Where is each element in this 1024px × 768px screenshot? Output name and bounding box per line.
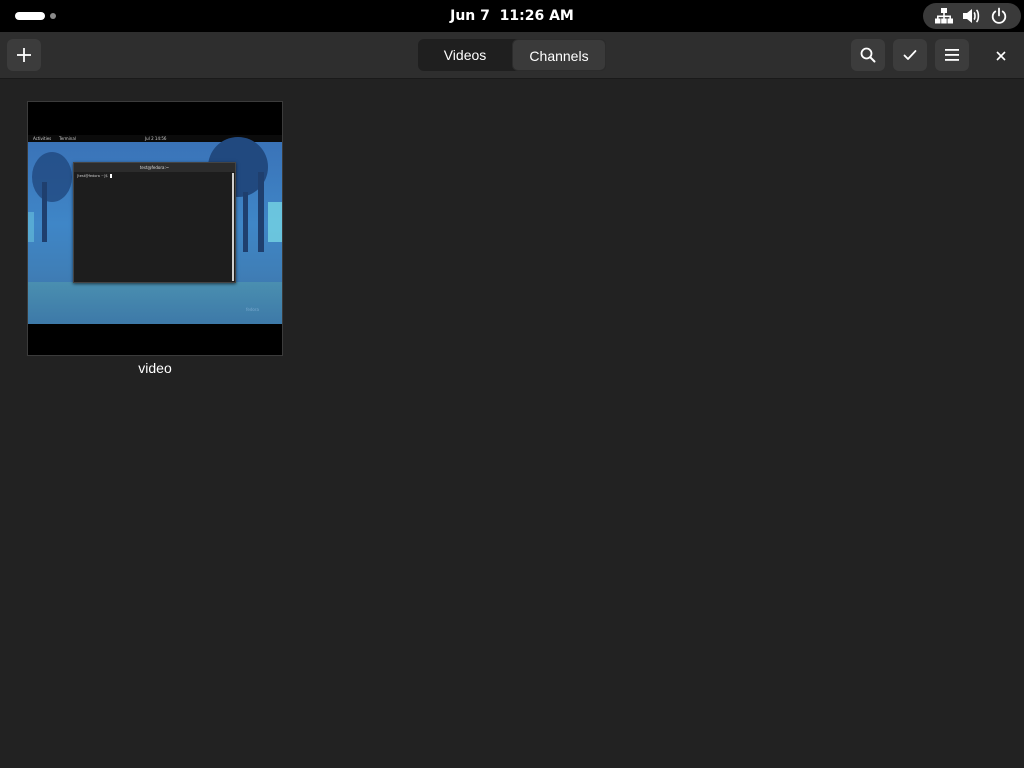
- thumbnail-terminal-title: test@fedora:~: [139, 165, 170, 170]
- checkmark-icon: [903, 48, 917, 62]
- close-window-button[interactable]: [988, 39, 1014, 71]
- search-icon: [860, 47, 876, 63]
- thumbnail-terminal-scrollbar: [232, 173, 234, 281]
- thumbnail-terminal-prompt: [test@fedora ~]$: [77, 174, 112, 179]
- wallpaper-trunk: [243, 192, 248, 252]
- wallpaper-trunk: [42, 182, 47, 242]
- close-icon: [996, 46, 1006, 65]
- network-icon: [934, 6, 954, 26]
- video-thumbnail[interactable]: Activities Terminal Jul 2 14:56 test@fed…: [27, 101, 283, 356]
- wallpaper-trunk: [258, 172, 264, 252]
- workspace-dot[interactable]: [50, 13, 56, 19]
- search-button[interactable]: [851, 39, 885, 71]
- thumbnail-terminal-cursor: [109, 174, 112, 178]
- thumbnail-app-label: Terminal: [59, 136, 76, 141]
- clock: Jun 7 11:26 AM: [0, 0, 1024, 32]
- thumbnail-terminal-window: test@fedora:~ [test@fedora ~]$: [73, 162, 236, 283]
- view-switcher: Videos Channels: [418, 39, 606, 71]
- activities-indicator[interactable]: [15, 12, 45, 20]
- plus-icon: [16, 47, 32, 63]
- power-icon: [989, 6, 1009, 26]
- video-item[interactable]: Activities Terminal Jul 2 14:56 test@fed…: [27, 101, 283, 381]
- selection-mode-button[interactable]: [893, 39, 927, 71]
- thumbnail-clock-label: Jul 2 14:56: [145, 136, 167, 141]
- header-bar: Videos Channels: [0, 32, 1024, 79]
- clock-time: 11:26 AM: [499, 8, 574, 24]
- add-button[interactable]: [7, 39, 41, 71]
- volume-icon: [961, 6, 981, 26]
- thumbnail-terminal-prompt-text: [test@fedora ~]$: [77, 174, 108, 178]
- tab-videos[interactable]: Videos: [418, 39, 512, 71]
- main-menu-button[interactable]: [935, 39, 969, 71]
- video-grid: Activities Terminal Jul 2 14:56 test@fed…: [0, 80, 1024, 768]
- clock-button[interactable]: Jun 7 11:26 AM: [450, 8, 574, 24]
- thumbnail-activities-label: Activities: [33, 136, 52, 141]
- video-title: video: [138, 360, 172, 376]
- thumbnail-terminal-header: test@fedora:~: [74, 163, 235, 172]
- wallpaper-ground: [28, 282, 282, 324]
- tab-channels[interactable]: Channels: [512, 39, 606, 71]
- hamburger-menu-icon: [944, 48, 960, 62]
- system-top-bar: Jun 7 11:26 AM: [0, 0, 1024, 32]
- thumbnail-logo: fedora: [246, 307, 259, 312]
- clock-date: Jun 7: [450, 8, 490, 24]
- wallpaper-light: [268, 202, 282, 242]
- wallpaper-tree: [32, 152, 72, 202]
- system-status-menu[interactable]: [923, 3, 1021, 29]
- wallpaper-light: [28, 212, 34, 242]
- thumbnail-desktop-wallpaper: test@fedora:~ [test@fedora ~]$ fedora: [28, 137, 282, 324]
